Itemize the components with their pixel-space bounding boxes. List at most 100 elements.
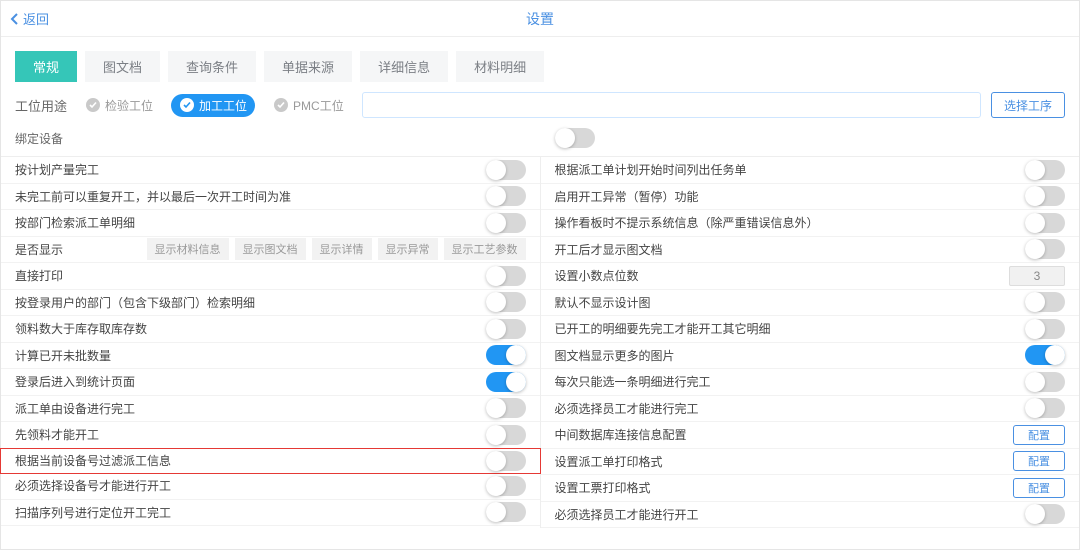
toggle[interactable] (1025, 319, 1065, 339)
setting-label: 默认不显示设计图 (555, 294, 1026, 311)
toggle[interactable] (486, 451, 526, 471)
select-process-button[interactable]: 选择工序 (991, 92, 1065, 118)
list-item: 派工单由设备进行完工 (1, 396, 540, 423)
list-item: 设置工票打印格式配置 (541, 475, 1080, 502)
config-button[interactable]: 配置 (1013, 451, 1065, 471)
settings-left-col: 按计划产量完工 未完工前可以重复开工，并以最后一次开工时间为准 按部门检索派工单… (1, 157, 541, 528)
process-select-input[interactable] (362, 92, 981, 118)
list-item: 按部门检索派工单明细 (1, 210, 540, 237)
bind-device-toggle[interactable] (555, 128, 595, 148)
tabs: 常规 图文档 查询条件 单据来源 详细信息 材料明细 (1, 37, 1079, 86)
list-item: 每次只能选一条明细进行完工 (541, 369, 1080, 396)
list-item: 中间数据库连接信息配置配置 (541, 422, 1080, 449)
toggle[interactable] (486, 292, 526, 312)
setting-label: 登录后进入到统计页面 (15, 373, 486, 390)
setting-label: 中间数据库连接信息配置 (555, 426, 1014, 443)
toggle[interactable] (486, 319, 526, 339)
chevron-left-icon (9, 12, 21, 26)
toggle[interactable] (486, 372, 526, 392)
show-process-param-button[interactable]: 显示工艺参数 (444, 238, 526, 260)
list-item-highlighted: 根据当前设备号过滤派工信息 (0, 448, 541, 475)
toggle[interactable] (1025, 292, 1065, 312)
page-title: 设置 (526, 9, 554, 29)
check-circle-icon (85, 97, 101, 113)
list-item: 必须选择员工才能进行开工 (541, 502, 1080, 529)
setting-label: 设置派工单打印格式 (555, 453, 1014, 470)
usage-inspect-pill[interactable]: 检验工位 (77, 94, 161, 117)
list-item: 图文档显示更多的图片 (541, 343, 1080, 370)
decimal-places-value[interactable]: 3 (1009, 266, 1065, 286)
list-item: 是否显示 显示材料信息 显示图文档 显示详情 显示异常 显示工艺参数 (1, 237, 540, 264)
setting-label: 图文档显示更多的图片 (555, 347, 1026, 364)
back-button[interactable]: 返回 (1, 9, 49, 28)
list-item: 默认不显示设计图 (541, 290, 1080, 317)
tab-source[interactable]: 单据来源 (264, 51, 352, 82)
toggle[interactable] (1025, 398, 1065, 418)
show-drawing-button[interactable]: 显示图文档 (235, 238, 306, 260)
list-item: 操作看板时不提示系统信息（除严重错误信息外） (541, 210, 1080, 237)
check-circle-icon (179, 97, 195, 113)
tab-drawing[interactable]: 图文档 (85, 51, 160, 82)
toggle[interactable] (1025, 186, 1065, 206)
tab-detail[interactable]: 详细信息 (360, 51, 448, 82)
list-item: 启用开工异常（暂停）功能 (541, 184, 1080, 211)
toggle[interactable] (1025, 372, 1065, 392)
toggle[interactable] (486, 398, 526, 418)
toggle[interactable] (1025, 213, 1065, 233)
check-circle-icon (273, 97, 289, 113)
toggle[interactable] (486, 476, 526, 496)
topbar: 返回 设置 (1, 1, 1079, 37)
tab-material[interactable]: 材料明细 (456, 51, 544, 82)
toggle[interactable] (1025, 345, 1065, 365)
station-usage-row: 工位用途 检验工位 加工工位 PMC工位 选择工序 (1, 86, 1079, 124)
setting-label: 按登录用户的部门（包含下级部门）检索明细 (15, 294, 486, 311)
toggle[interactable] (486, 160, 526, 180)
tab-query[interactable]: 查询条件 (168, 51, 256, 82)
config-button[interactable]: 配置 (1013, 425, 1065, 445)
list-item: 开工后才显示图文档 (541, 237, 1080, 264)
setting-label: 按计划产量完工 (15, 161, 486, 178)
settings-columns: 按计划产量完工 未完工前可以重复开工，并以最后一次开工时间为准 按部门检索派工单… (1, 157, 1079, 528)
setting-label: 领料数大于库存取库存数 (15, 320, 486, 337)
list-item: 扫描序列号进行定位开工完工 (1, 500, 540, 527)
usage-pmc-pill[interactable]: PMC工位 (265, 94, 352, 117)
setting-label: 按部门检索派工单明细 (15, 214, 486, 231)
setting-label: 每次只能选一条明细进行完工 (555, 373, 1026, 390)
setting-label: 必须选择员工才能进行开工 (555, 506, 1026, 523)
tab-general[interactable]: 常规 (15, 51, 77, 82)
toggle[interactable] (1025, 239, 1065, 259)
toggle[interactable] (486, 345, 526, 365)
config-button[interactable]: 配置 (1013, 478, 1065, 498)
list-item: 已开工的明细要先完工才能开工其它明细 (541, 316, 1080, 343)
setting-label: 根据当前设备号过滤派工信息 (15, 452, 486, 469)
toggle[interactable] (486, 186, 526, 206)
list-item: 设置派工单打印格式配置 (541, 449, 1080, 476)
setting-label: 开工后才显示图文档 (555, 241, 1026, 258)
setting-label: 先领料才能开工 (15, 426, 486, 443)
show-material-button[interactable]: 显示材料信息 (147, 238, 229, 260)
list-item: 按计划产量完工 (1, 157, 540, 184)
usage-process-pill[interactable]: 加工工位 (171, 94, 255, 117)
list-item: 根据派工单计划开始时间列出任务单 (541, 157, 1080, 184)
setting-label: 已开工的明细要先完工才能开工其它明细 (555, 320, 1026, 337)
toggle[interactable] (1025, 160, 1065, 180)
list-item: 计算已开未批数量 (1, 343, 540, 370)
usage-pmc-label: PMC工位 (293, 97, 344, 114)
show-detail-button[interactable]: 显示详情 (312, 238, 372, 260)
setting-label: 必须选择设备号才能进行开工 (15, 477, 486, 494)
app-root: 返回 设置 常规 图文档 查询条件 单据来源 详细信息 材料明细 工位用途 检验… (0, 0, 1080, 550)
setting-label: 设置小数点位数 (555, 267, 1010, 284)
toggle[interactable] (486, 502, 526, 522)
toggle[interactable] (1025, 504, 1065, 524)
toggle[interactable] (486, 425, 526, 445)
list-item: 必须选择员工才能进行完工 (541, 396, 1080, 423)
list-item: 直接打印 (1, 263, 540, 290)
setting-label: 是否显示 (15, 241, 147, 258)
setting-label: 必须选择员工才能进行完工 (555, 400, 1026, 417)
show-exception-button[interactable]: 显示异常 (378, 238, 438, 260)
toggle[interactable] (486, 213, 526, 233)
list-item: 未完工前可以重复开工，并以最后一次开工时间为准 (1, 184, 540, 211)
toggle[interactable] (486, 266, 526, 286)
setting-label: 根据派工单计划开始时间列出任务单 (555, 161, 1026, 178)
setting-label: 派工单由设备进行完工 (15, 400, 486, 417)
